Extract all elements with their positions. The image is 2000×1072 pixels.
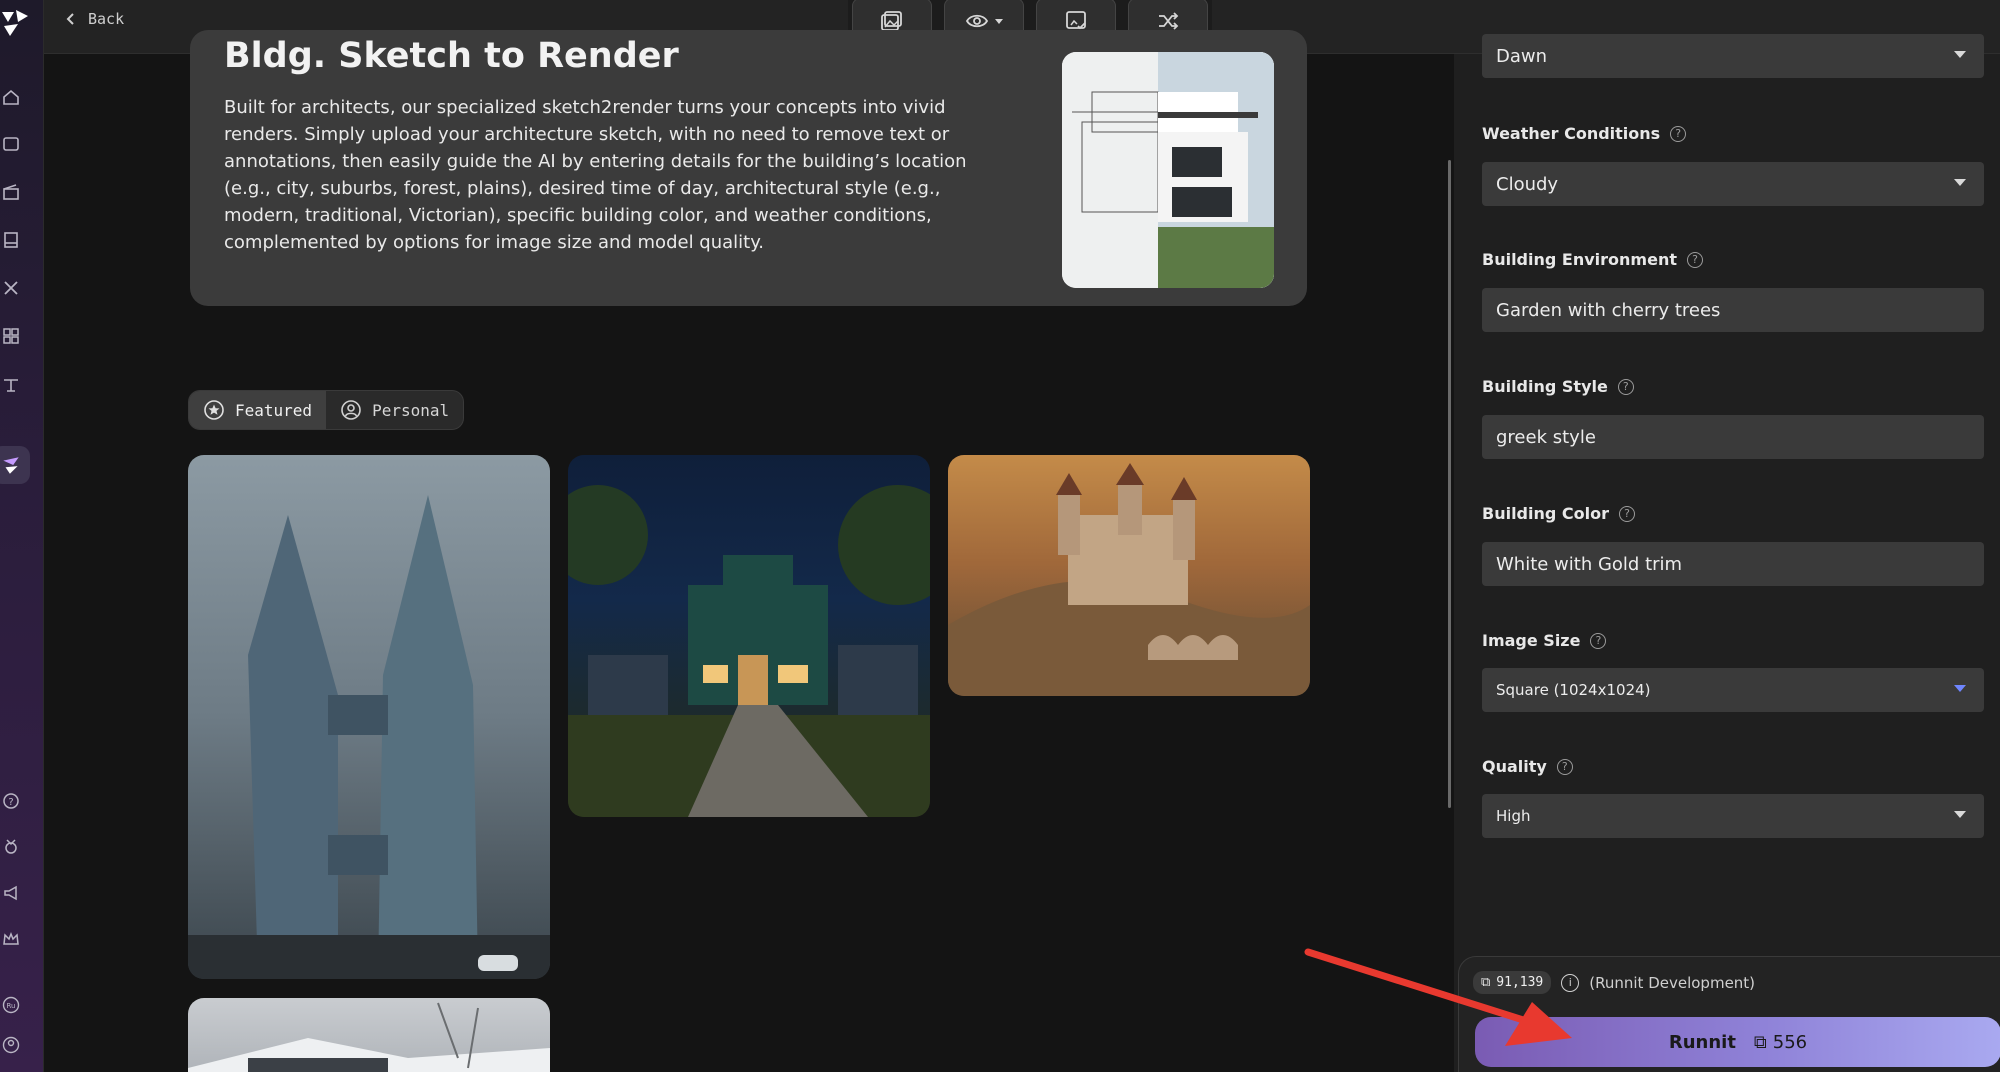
svg-text:Ru: Ru xyxy=(7,1002,16,1010)
weather-label: Weather Conditions ? xyxy=(1482,124,1687,143)
quality-label-text: Quality xyxy=(1482,757,1547,776)
credits-value: 91,139 xyxy=(1496,975,1544,990)
run-cost: ⧉ 556 xyxy=(1754,1032,1807,1053)
gallery-icon[interactable] xyxy=(0,133,22,155)
run-footer: ⧉ 91,139 i (Runnit Development) Runnit ⧉… xyxy=(1458,956,2000,1072)
page-title: Bldg. Sketch to Render xyxy=(224,36,679,76)
quality-label: Quality ? xyxy=(1482,757,1573,776)
user-icon xyxy=(341,400,361,420)
style-value: greek style xyxy=(1496,426,1596,448)
help-icon[interactable]: ? xyxy=(0,790,22,812)
quality-select[interactable]: High xyxy=(1482,794,1984,838)
weather-select[interactable]: Cloudy xyxy=(1482,162,1984,206)
svg-text:?: ? xyxy=(8,797,13,808)
chevron-left-icon xyxy=(66,13,74,25)
back-label: Back xyxy=(88,10,125,28)
run-button[interactable]: Runnit ⧉ 556 xyxy=(1475,1017,2000,1067)
image-size-select[interactable]: Square (1024x1024) xyxy=(1482,668,1984,712)
gallery-image-castle[interactable] xyxy=(948,455,1310,696)
home-icon[interactable] xyxy=(0,86,22,108)
size-label-text: Image Size xyxy=(1482,631,1581,650)
trainer-icon[interactable] xyxy=(0,373,22,395)
gallery-image-night-house[interactable] xyxy=(568,455,930,817)
grid-icon[interactable] xyxy=(0,325,22,347)
gallery-filter-toggle: Featured Personal xyxy=(188,390,465,430)
featured-label: Featured xyxy=(235,400,313,420)
sketch-tool-active-icon[interactable] xyxy=(0,446,30,484)
help-icon[interactable]: ? xyxy=(1617,378,1634,395)
time-of-day-value: Dawn xyxy=(1496,45,1548,67)
tools-icon[interactable] xyxy=(0,277,22,299)
environment-label: Building Environment ? xyxy=(1482,250,1703,269)
gallery-image-twisted-towers[interactable] xyxy=(188,455,550,979)
color-input[interactable]: White with Gold trim xyxy=(1482,542,1984,586)
weather-label-text: Weather Conditions xyxy=(1482,124,1661,143)
personal-label: Personal xyxy=(372,400,450,420)
style-label: Building Style ? xyxy=(1482,377,1634,396)
tool-description-card: Bldg. Sketch to Render Built for archite… xyxy=(190,30,1307,306)
color-value: White with Gold trim xyxy=(1496,553,1683,575)
help-icon[interactable]: ? xyxy=(1590,632,1607,649)
style-input[interactable]: greek style xyxy=(1482,415,1984,459)
time-of-day-select[interactable]: Dawn xyxy=(1482,34,1984,78)
megaphone-icon[interactable] xyxy=(0,882,22,904)
app-root: ? Ru Back Bldg. Sketch to Render Built f… xyxy=(0,0,2000,1072)
featured-tab[interactable]: Featured xyxy=(189,391,327,429)
star-icon xyxy=(204,400,224,420)
chevron-down-icon xyxy=(1954,179,1966,186)
library-icon[interactable] xyxy=(0,229,22,251)
weather-value: Cloudy xyxy=(1496,173,1559,195)
chevron-down-icon xyxy=(1954,51,1966,58)
chevron-down-icon xyxy=(1954,685,1966,692)
account-avatar-icon[interactable]: Ru xyxy=(0,994,22,1016)
chevron-down-icon xyxy=(1954,811,1966,818)
chevron-down-icon xyxy=(995,18,1003,24)
size-label: Image Size ? xyxy=(1482,631,1607,650)
color-label: Building Color ? xyxy=(1482,504,1636,523)
sketch-render-thumbnail xyxy=(1062,52,1274,288)
clapper-icon[interactable] xyxy=(0,181,22,203)
runnit-logo[interactable] xyxy=(0,8,32,38)
coins-icon: ⧉ xyxy=(1753,1031,1767,1053)
settings-panel: Dawn Weather Conditions ? Cloudy Buildin… xyxy=(1454,34,2000,1072)
personal-tab[interactable]: Personal xyxy=(326,391,463,429)
run-label: Runnit xyxy=(1668,1031,1736,1053)
back-button[interactable]: Back xyxy=(66,10,124,28)
badge-icon[interactable] xyxy=(0,836,22,858)
left-rail: ? Ru xyxy=(0,0,44,1072)
environment-input[interactable]: Garden with cherry trees xyxy=(1482,288,1984,332)
style-label-text: Building Style xyxy=(1482,377,1608,396)
help-icon[interactable]: ? xyxy=(1670,125,1687,142)
help-icon[interactable]: ? xyxy=(1556,758,1573,775)
image-size-value: Square (1024x1024) xyxy=(1496,681,1651,699)
profile-icon[interactable] xyxy=(0,1034,22,1056)
workspace-name: (Runnit Development) xyxy=(1589,973,1756,992)
credits-balance: ⧉ 91,139 xyxy=(1473,971,1552,994)
quality-value: High xyxy=(1496,807,1531,825)
crown-icon[interactable] xyxy=(0,928,22,950)
color-label-text: Building Color xyxy=(1482,504,1610,523)
help-icon[interactable]: ? xyxy=(1619,505,1636,522)
help-icon[interactable]: ? xyxy=(1686,251,1703,268)
coins-icon: ⧉ xyxy=(1481,975,1491,990)
content-scrollbar[interactable] xyxy=(1448,160,1451,808)
run-cost-value: 556 xyxy=(1772,1031,1808,1053)
info-icon[interactable]: i xyxy=(1561,973,1580,992)
environment-value: Garden with cherry trees xyxy=(1496,299,1721,321)
credits-row: ⧉ 91,139 i (Runnit Development) xyxy=(1473,971,1755,994)
environment-label-text: Building Environment xyxy=(1482,250,1677,269)
tool-description: Built for architects, our specialized sk… xyxy=(224,97,967,253)
gallery-image-modern-building[interactable] xyxy=(188,998,550,1072)
